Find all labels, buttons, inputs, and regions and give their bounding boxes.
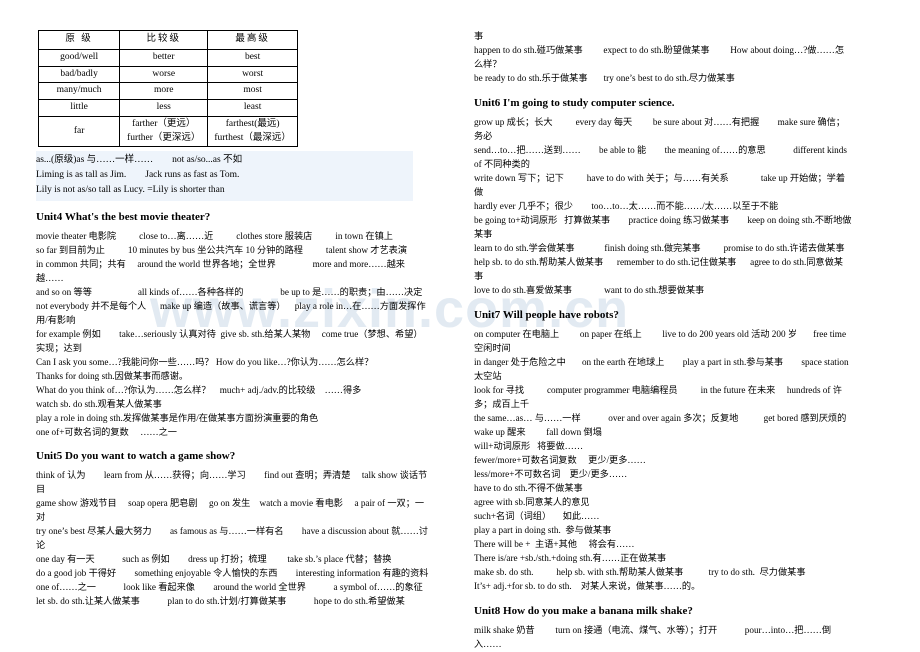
phrase-line: It’s+ adj.+for sb. to do sth. 对某人来说，做某事…… [474,581,701,592]
phrase-line: play a role in doing sth.发挥做某事是作用/在做某事方面… [36,412,319,423]
phrase-line: will+动词原形 将要做…… [474,441,584,452]
as-as-note-block: as...(原级)as 与……一样…… not as/so...as 不如 Li… [36,151,413,201]
phrase-line: make sb. do sth. help sb. with sth.帮助某人做… [474,567,806,578]
phrase-line: not everybody 并不是每个人 make up 编造（故事、谎言等） … [36,300,426,325]
heading-unit5: Unit5 Do you want to watch a game show? [36,449,236,462]
phrase-line: love to do sth.喜爱做某事 want to do sth.想要做某… [474,285,705,296]
cell-positive: bad/badly [37,65,121,84]
cell-positive: far [37,115,121,148]
phrase-line: fewer/more+可数名词复数 更少/更多…… [474,455,646,466]
heading-unit6: Unit6 I'm going to study computer scienc… [474,96,675,109]
phrase-line: happen to do sth.碰巧做某事 expect to do sth.… [474,44,845,69]
phrase-line: let sb. do sth.让某人做某事 plan to do sth.计划/… [36,595,405,606]
two-column-layout: 原 级 比较级 最高级 good/well better best bad/ba… [0,0,920,652]
document-page: www.zixin.com.cn 原 级 比较级 最高级 good/well b… [0,0,920,650]
cell-superlative: best [207,48,298,67]
cell-comparative: farther（更远） further（更深远） [119,115,209,148]
phrase-line: be going to+动词原形 打算做某事 practice doing 练习… [474,215,852,240]
phrase-line: such+名词（词组） 如此…… [474,511,600,522]
phrase-line: have to do sth.不得不做某事 [474,483,583,494]
phrase-line: learn to do sth.学会做某事 finish doing sth.做… [474,243,845,254]
heading-unit8: Unit8 How do you make a banana milk shak… [474,605,693,618]
table-row: little less least [37,99,298,117]
phrase-line: There is/are +sb./sth.+doing sth.有……正在做某… [474,553,667,564]
phrase-line: wake up 醒来 fall down 倒塌 [474,427,602,438]
cell-comparative: more [119,82,209,101]
cell-positive: good/well [37,48,121,67]
phrase-line: What do you think of…?你认为……怎么样？ much+ ad… [36,384,362,395]
phrase-line: There will be + 主语+其他 将会有…… [474,539,635,550]
phrase-line: and so on 等等 all kinds of……各种各样的 be up t… [36,286,423,297]
phrase-line: one of……之一 look like 看起来像 around the wor… [36,581,423,592]
phrase-line: less/more+不可数名词 更少/更多…… [474,469,628,480]
table-row: far farther（更远） further（更深远） farthest(最远… [37,115,298,148]
note-line: as...(原级)as 与……一样…… not as/so...as 不如 [36,155,243,166]
phrase-line: milk shake 奶昔 turn on 接通（电流、煤气、水等）；打开 po… [474,625,832,650]
unit5-continuation-list: 事 happen to do sth.碰巧做某事 expect to do st… [474,30,852,86]
heading-unit4: Unit4 What's the best movie theater? [36,210,211,223]
phrase-line: write down 写下；记下 have to do with 关于；与……有… [474,173,846,198]
unit6-phrase-list: grow up 成长；长大 every day 每天 be sure about… [474,116,852,298]
phrase-line: the same…as… 与……一样 over and over again 多… [474,413,847,424]
unit5-phrase-list: think of 认为 learn from 从……获得；向……学习 find … [36,469,430,609]
header-comparative: 比较级 [119,30,209,50]
table-row: many/much more most [37,82,298,101]
heading-unit7: Unit7 Will people have robots? [474,309,619,322]
phrase-line: look for 寻找 computer programmer 电脑编程员 in… [474,385,842,410]
left-column: 原 级 比较级 最高级 good/well better best bad/ba… [36,30,440,652]
cell-comparative: better [119,48,209,67]
cell-superlative: most [207,82,298,101]
phrase-line: send…to…把……送到…… be able to 能 the meaning… [474,145,850,170]
phrase-line: one day 有一天 such as 例如 dress up 打扮；梳理 ta… [36,553,392,564]
phrase-line: Can I ask you some…?我能问你一些……吗？ How do yo… [36,356,374,367]
phrase-line: so far 到目前为止 10 minutes by bus 坐公共汽车 10 … [36,244,408,255]
phrase-line: do a good job 干得好 something enjoyable 令人… [36,567,429,578]
unit7-phrase-list: on computer 在电脑上 on paper 在纸上 live to do… [474,328,852,594]
cell-comparative: less [119,99,209,117]
header-superlative: 最高级 [207,30,298,50]
phrase-line: 事 [474,31,484,41]
phrase-line: game show 游戏节目 soap opera 肥皂剧 go on 发生 w… [36,497,425,522]
phrase-line: play a part in doing sth. 参与做某事 [474,525,612,536]
phrase-line: Thanks for doing sth.因做某事而感谢。 [36,370,189,381]
unit4-phrase-list: movie theater 电影院 close to…离……近 clothes … [36,230,430,440]
phrase-line: movie theater 电影院 close to…离……近 clothes … [36,230,393,241]
phrase-line: in danger 处于危险之中 on the earth 在地球上 play … [474,357,851,382]
table-row: bad/badly worse worst [37,65,298,84]
comparative-superlative-table: 原 级 比较级 最高级 good/well better best bad/ba… [37,30,298,148]
cell-superlative: worst [207,65,298,84]
cell-positive: little [37,99,121,117]
phrase-line: watch sb. do sth.观看某人做某事 [36,398,162,409]
header-positive: 原 级 [37,30,121,50]
phrase-line: agree with sb.同意某人的意见 [474,497,590,508]
phrase-line: for example 例如 take…seriously 认真对待 give … [36,328,423,353]
phrase-line: try one’s best 尽某人最大努力 as famous as 与……一… [36,525,428,550]
note-line: Liming is as tall as Jim. Jack runs as f… [36,170,240,181]
phrase-line: one of+可数名词的复数 ……之一 [36,426,177,437]
phrase-line: help sb. to do sth.帮助某人做某事 remember to d… [474,257,843,282]
table-row: good/well better best [37,48,298,67]
table-header-row: 原 级 比较级 最高级 [37,30,298,50]
phrase-line: in common 共同；共有 around the world 世界各地；全世… [36,258,405,283]
phrase-line: on computer 在电脑上 on paper 在纸上 live to do… [474,329,849,354]
cell-superlative: farthest(最远) furthest（最深远） [207,115,298,148]
phrase-line: hardly ever 几乎不；很少 too…to…太……而不能……/太……以至… [474,201,779,212]
phrase-line: grow up 成长；长大 every day 每天 be sure about… [474,117,846,142]
right-column: 事 happen to do sth.碰巧做某事 expect to do st… [440,30,852,652]
cell-positive: many/much [37,82,121,101]
cell-superlative: least [207,99,298,117]
phrase-line: be ready to do sth.乐于做某事 try one’s best … [474,72,735,83]
unit8-phrase-list: milk shake 奶昔 turn on 接通（电流、煤气、水等）；打开 po… [474,624,852,652]
phrase-line: think of 认为 learn from 从……获得；向……学习 find … [36,469,428,494]
note-line: Lily is not as/so tall as Lucy. =Lily is… [36,184,225,195]
cell-comparative: worse [119,65,209,84]
